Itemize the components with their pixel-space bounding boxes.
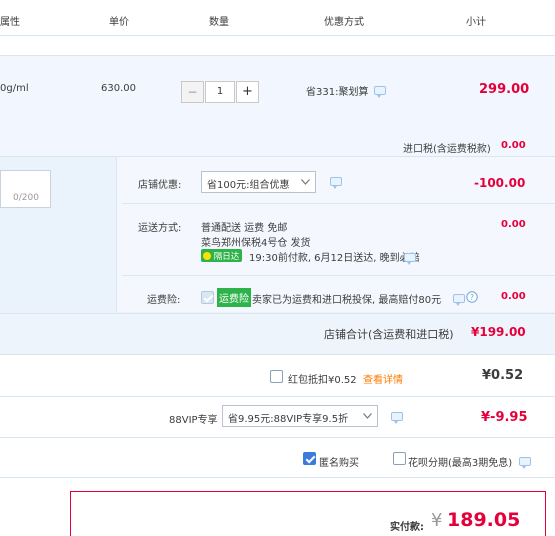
shipping-label: 运送方式: — [138, 223, 182, 234]
message-counter: 0/200 — [13, 193, 39, 203]
vip-value: ¥-9.95 — [481, 410, 528, 425]
vip-tip-icon[interactable] — [391, 412, 403, 424]
help-icon[interactable]: ? — [466, 291, 478, 303]
shop-total-label: 店铺合计(含运费和进口税) — [324, 328, 454, 341]
col-qty-header: 数量 — [209, 17, 229, 28]
promo-tip-icon[interactable] — [374, 86, 386, 98]
chevron-down-icon — [301, 179, 310, 185]
shipping-badge: 隔日达 — [201, 249, 243, 262]
payment-currency: ¥ — [431, 510, 443, 531]
vip-select[interactable]: 省9.95元:88VIP专享9.5折 — [222, 405, 378, 427]
lightning-icon — [203, 252, 211, 260]
item-subtotal: 299.00 — [479, 82, 530, 97]
redpacket-checkbox[interactable] — [270, 370, 283, 383]
insurance-tip-icon[interactable] — [453, 294, 465, 306]
qty-input[interactable]: 1 — [205, 81, 235, 103]
discount-select-value: 省100元:组合优惠 — [207, 180, 290, 191]
qty-plus-button[interactable]: + — [236, 81, 259, 103]
discount-value: -100.00 — [474, 176, 526, 190]
tax-label: 进口税(含运费税款) — [403, 144, 491, 155]
chevron-down-icon — [363, 413, 372, 419]
huabei-label: 花呗分期(最高3期免息) — [408, 458, 513, 469]
shipping-line3: 19:30前付款, 6月12日送达, 晚到必赔 — [249, 253, 420, 264]
insurance-checkbox — [201, 291, 214, 304]
tax-value: 0.00 — [501, 140, 526, 151]
insurance-value: 0.00 — [501, 291, 526, 302]
insurance-label: 运费险: — [147, 295, 181, 306]
discount-select[interactable]: 省100元:组合优惠 — [201, 171, 316, 193]
huabei-tip-icon[interactable] — [519, 457, 531, 469]
svg-text:?: ? — [470, 293, 474, 302]
redpacket-label: 红包抵扣¥0.52 — [288, 375, 357, 386]
vip-select-value: 省9.95元:88VIP专享9.5折 — [228, 414, 349, 425]
redpacket-details-link[interactable]: 查看详情 — [363, 371, 403, 386]
shipping-line1: 普通配送 运费 免邮 — [201, 223, 288, 234]
insurance-badge: 运费险 — [217, 288, 251, 307]
anonymous-label: 匿名购买 — [319, 458, 359, 469]
payment-label: 实付款: — [390, 522, 424, 533]
col-subtotal-header: 小计 — [466, 17, 486, 28]
insurance-text: 卖家已为运费和进口税投保, 最高赔付80元 — [252, 295, 442, 306]
item-spec: 0g/ml — [0, 83, 29, 94]
anonymous-checkbox[interactable] — [303, 452, 316, 465]
discount-tip-icon[interactable] — [330, 177, 342, 189]
col-attr-header: 属性 — [0, 17, 20, 28]
shipping-tip-icon[interactable] — [404, 253, 416, 265]
qty-minus-button[interactable]: − — [181, 81, 204, 103]
item-price: 630.00 — [101, 83, 136, 94]
col-promo-header: 优惠方式 — [324, 17, 364, 28]
item-promo: 省331:聚划算 — [306, 87, 369, 98]
payment-amount: 189.05 — [447, 509, 521, 531]
shipping-line2: 菜鸟郑州保税4号仓 发货 — [201, 238, 311, 249]
discount-label: 店铺优惠: — [138, 180, 182, 191]
table-header: 属性 单价 数量 优惠方式 小计 — [0, 0, 555, 36]
col-price-header: 单价 — [109, 17, 129, 28]
vip-label: 88VIP专享 — [169, 415, 218, 426]
shipping-value: 0.00 — [501, 219, 526, 230]
redpacket-value: ¥0.52 — [482, 368, 524, 383]
huabei-checkbox[interactable] — [393, 452, 406, 465]
shop-total-value: ¥199.00 — [471, 325, 526, 339]
